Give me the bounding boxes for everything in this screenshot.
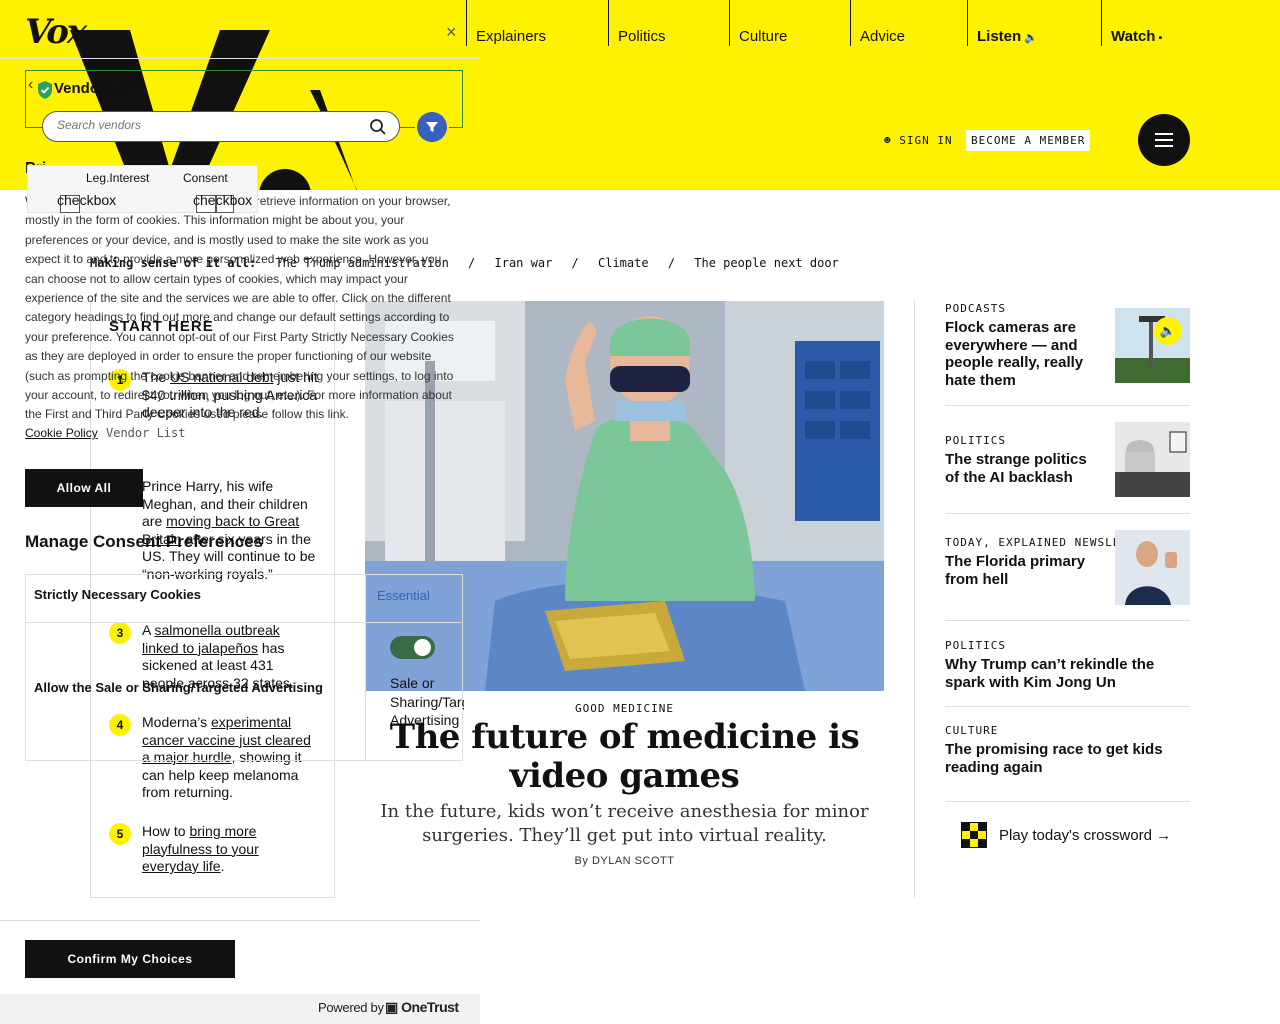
powered-by-label: Powered by — [318, 1000, 384, 1015]
shield-check-icon — [38, 81, 52, 99]
checkbox-label: checkbox — [193, 192, 253, 208]
sign-in-label: SIGN IN — [899, 134, 953, 147]
nav-label: Explainers — [476, 28, 547, 45]
rail-divider — [914, 301, 915, 898]
toggle-caption: Sale or Sharing/Targeted Advertising — [390, 675, 464, 728]
rail-kicker[interactable]: CULTURE — [945, 724, 1190, 737]
sign-in-link[interactable]: ☻ SIGN IN — [884, 134, 953, 147]
menu-button[interactable] — [1138, 114, 1190, 166]
nav-politics[interactable]: Politics — [608, 0, 729, 46]
vendors-list-title: Vendors List — [54, 80, 145, 97]
consent-description: When you visit any website, it may store… — [25, 194, 454, 422]
back-chevron-icon[interactable]: ‹ — [28, 76, 33, 94]
rail-title[interactable]: Why Trump can’t rekindle the spark with … — [945, 656, 1185, 691]
rail-thumbnail[interactable] — [1115, 422, 1190, 497]
camera-pole-photo — [1115, 308, 1190, 383]
rail-kicker[interactable]: POLITICS — [945, 639, 1190, 652]
rail-story[interactable]: PODCASTS Flock cameras are everywhere — … — [945, 302, 1190, 406]
close-icon[interactable]: × — [446, 22, 457, 43]
onetrust-mark-icon: ▣ — [385, 999, 398, 1015]
search-input[interactable] — [57, 118, 357, 132]
cookie-policy-link[interactable]: Cookie Policy — [25, 426, 98, 440]
breadcrumb-sep: / — [667, 256, 676, 270]
vox-logo[interactable]: Vox — [25, 12, 87, 52]
confirm-choices-button[interactable]: Confirm My Choices — [25, 940, 235, 978]
rail-story[interactable]: POLITICS Why Trump can’t rekindle the sp… — [945, 639, 1190, 707]
breadcrumb-sep: / — [571, 256, 579, 270]
user-icon: ☻ — [884, 134, 892, 147]
vendor-search — [42, 111, 400, 142]
rail-title[interactable]: The Florida primary from hell — [945, 553, 1105, 588]
vendor-list-link[interactable]: Vendor List — [106, 426, 185, 440]
nav-label: Culture — [739, 28, 788, 45]
rail-thumbnail[interactable] — [1115, 308, 1190, 383]
nav-watch[interactable]: Watch ▪ — [1101, 0, 1221, 46]
filter-icon — [426, 122, 438, 132]
crossword-label: Play today's crossword → — [999, 826, 1172, 844]
breadcrumb-neighbors[interactable]: The people next door — [694, 256, 839, 270]
audio-play-icon[interactable]: 🔈 — [1154, 317, 1182, 345]
capitol-protest-photo — [1115, 422, 1190, 497]
search-icon[interactable] — [369, 118, 387, 136]
checkbox-label: checkbox — [57, 192, 117, 208]
hamburger-icon — [1155, 145, 1173, 147]
nav-listen[interactable]: Listen 🔈 — [967, 0, 1101, 46]
main-nav: Explainers Politics Culture Advice Liste… — [466, 0, 1221, 46]
hamburger-icon — [1155, 139, 1173, 141]
leg-interest-label: Leg.Interest — [86, 171, 150, 185]
camera-icon: ▪ — [1158, 32, 1163, 44]
sale-sharing-toggle[interactable] — [390, 636, 435, 659]
allow-all-button[interactable]: Allow All — [25, 469, 143, 507]
nav-label: Advice — [860, 28, 906, 45]
onetrust-logo[interactable]: ▣ OneTrust — [385, 999, 459, 1016]
sale-sharing-label[interactable]: Allow the Sale or Sharing/Targeted Adver… — [34, 680, 323, 695]
essential-status: Essential — [377, 588, 430, 603]
politician-photo — [1115, 530, 1190, 605]
nav-label: Watch — [1111, 28, 1156, 45]
rail-title[interactable]: The strange politics of the AI backlash — [945, 451, 1105, 486]
toggle-knob — [414, 639, 431, 656]
breadcrumb-climate[interactable]: Climate — [598, 256, 649, 270]
filter-button[interactable] — [417, 112, 447, 142]
panel-divider — [0, 920, 480, 921]
hamburger-icon — [1155, 133, 1173, 135]
breadcrumb-iran[interactable]: Iran war — [495, 256, 553, 270]
rail-title[interactable]: The promising race to get kids reading a… — [945, 741, 1185, 776]
rail-story[interactable]: POLITICS The strange politics of the AI … — [945, 422, 1190, 514]
manage-preferences-title: Manage Consent Preferences — [25, 532, 264, 551]
rail-story[interactable]: CULTURE The promising race to get kids r… — [945, 724, 1190, 802]
crossword-link[interactable]: Play today's crossword → — [945, 812, 1190, 858]
nav-label: Politics — [618, 28, 666, 45]
table-divider — [365, 575, 366, 760]
onetrust-label: OneTrust — [401, 999, 459, 1015]
strictly-necessary-label[interactable]: Strictly Necessary Cookies — [34, 587, 201, 602]
rail-story[interactable]: TODAY, EXPLAINED NEWSLETTER The Florida … — [945, 530, 1190, 621]
nav-explainers[interactable]: Explainers — [466, 0, 608, 46]
speaker-icon: 🔈 — [1024, 32, 1038, 44]
nav-advice[interactable]: Advice — [850, 0, 967, 46]
crossword-icon — [961, 822, 987, 848]
consent-label: Consent — [183, 171, 228, 185]
become-member-button[interactable]: BECOME A MEMBER — [966, 130, 1091, 151]
nav-label: Listen — [977, 28, 1022, 45]
rail-title[interactable]: Flock cameras are everywhere — and peopl… — [945, 319, 1105, 389]
rail-thumbnail[interactable] — [1115, 530, 1190, 605]
nav-culture[interactable]: Culture — [729, 0, 850, 46]
